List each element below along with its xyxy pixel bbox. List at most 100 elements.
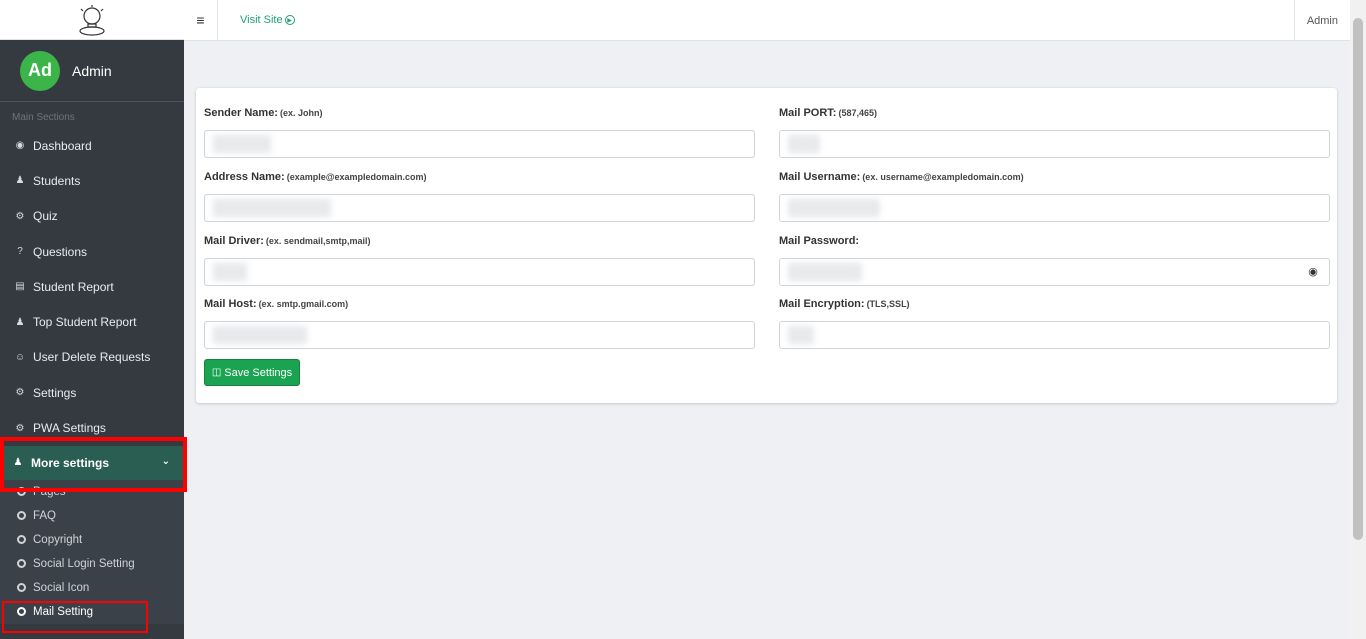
sidebar-item-top-student-report[interactable]: ♟ Top Student Report xyxy=(0,304,184,339)
redacted-value xyxy=(213,326,307,344)
scrollbar-thumb[interactable] xyxy=(1353,18,1363,540)
dashboard-icon: ◉ xyxy=(15,140,25,152)
hint-text: (example@exampledomain.com) xyxy=(286,172,427,182)
circle-icon xyxy=(17,535,26,545)
sidebar-subitem-faq[interactable]: FAQ xyxy=(0,504,184,528)
sidebar-item-label: Dashboard xyxy=(33,138,92,153)
mail-username-input[interactable] xyxy=(779,194,1330,222)
hint-text: (ex. smtp.gmail.com) xyxy=(258,299,349,309)
redacted-value xyxy=(788,135,820,153)
sidebar-item-label: Students xyxy=(33,173,81,188)
address-name-label: Address Name: (example@exampledomain.com) xyxy=(204,170,755,184)
user-panel[interactable]: Ad Admin xyxy=(0,40,184,102)
sidebar-subitem-label: Copyright xyxy=(33,533,83,546)
mail-driver-group: Mail Driver: (ex. sendmail,smtp,mail) xyxy=(204,234,755,286)
redacted-value xyxy=(213,263,247,281)
sidebar-subitem-pages[interactable]: Pages xyxy=(0,480,184,504)
hint-text: (ex. username@exampledomain.com) xyxy=(862,172,1024,182)
mail-encryption-group: Mail Encryption: (TLS,SSL) xyxy=(779,297,1330,349)
address-name-group: Address Name: (example@exampledomain.com) xyxy=(204,170,755,222)
circle-icon xyxy=(17,607,26,617)
sender-name-input[interactable] xyxy=(204,130,755,158)
sidebar-item-settings[interactable]: ⚙ Settings xyxy=(0,375,184,410)
address-name-input[interactable] xyxy=(204,194,755,222)
label-text: Sender Name: xyxy=(204,107,278,119)
sidebar-item-label: PWA Settings xyxy=(33,421,106,436)
sidebar-item-label: More settings xyxy=(31,455,110,470)
redacted-value xyxy=(788,199,880,217)
mail-driver-input[interactable] xyxy=(204,258,755,286)
sidebar-item-label: Settings xyxy=(33,385,77,400)
section-header: Main Sections xyxy=(12,112,75,123)
sidebar-item-quiz[interactable]: ⚙ Quiz xyxy=(0,199,184,234)
sidebar-item-label: Quiz xyxy=(33,209,58,224)
circle-icon xyxy=(17,583,26,593)
sidebar-item-pwa-settings[interactable]: ⚙ PWA Settings xyxy=(0,410,184,445)
visit-site-link[interactable]: Visit Site ▶ xyxy=(240,14,295,26)
save-settings-button[interactable]: ◫ Save Settings xyxy=(204,359,300,386)
sidebar-item-questions[interactable]: ? Questions xyxy=(0,234,184,269)
sidebar-item-students[interactable]: ♟ Students xyxy=(0,163,184,198)
mail-port-group: Mail PORT: (587,465) xyxy=(779,106,1330,158)
brand[interactable] xyxy=(0,0,184,40)
cogs-icon: ⚙ xyxy=(15,210,25,222)
sidebar-subitem-label: Social Login Setting xyxy=(33,557,135,570)
brand-logo-icon xyxy=(79,4,105,36)
question-icon: ? xyxy=(17,246,23,258)
sidebar-subitem-social-icon[interactable]: Social Icon xyxy=(0,576,184,600)
admin-menu[interactable]: Admin xyxy=(1293,0,1350,41)
save-settings-label: Save Settings xyxy=(224,366,293,379)
users-icon: ♟ xyxy=(15,175,25,187)
sidebar-item-label: Student Report xyxy=(33,279,114,294)
sender-name-group: Sender Name: (ex. John) xyxy=(204,106,755,158)
circle-icon xyxy=(17,487,26,497)
sidebar-nav: ◉ Dashboard ♟ Students ⚙ Quiz ? Question… xyxy=(0,128,184,480)
mail-encryption-label: Mail Encryption: (TLS,SSL) xyxy=(779,297,1330,311)
eye-icon[interactable]: ◉ xyxy=(1307,266,1319,278)
label-text: Mail Username: xyxy=(779,171,861,183)
sidebar-subitem-copyright[interactable]: Copyright xyxy=(0,528,184,552)
user-name[interactable]: Admin xyxy=(72,63,112,79)
label-text: Mail Driver: xyxy=(204,235,264,247)
mail-password-input[interactable]: ◉ xyxy=(779,258,1330,286)
sidebar-item-student-report[interactable]: ▤ Student Report xyxy=(0,269,184,304)
sidebar-item-user-delete-requests[interactable]: ☺ User Delete Requests xyxy=(0,340,184,375)
label-text: Mail Host: xyxy=(204,298,257,310)
redacted-value xyxy=(213,135,271,153)
sidebar-item-dashboard[interactable]: ◉ Dashboard xyxy=(0,128,184,163)
mail-username-label: Mail Username: (ex. username@exampledomai… xyxy=(779,170,1330,184)
sidebar-item-more-settings[interactable]: ♟ More settings ⌄ xyxy=(0,445,184,480)
sidebar-subitem-label: Social Icon xyxy=(33,581,90,594)
redacted-value xyxy=(788,263,862,281)
sidebar-item-label: User Delete Requests xyxy=(33,350,151,365)
cogs-icon: ⚙ xyxy=(15,422,25,434)
sidebar-subitem-label: Mail Setting xyxy=(33,605,94,618)
user-icon: ♟ xyxy=(13,457,23,469)
scrollbar[interactable] xyxy=(1350,0,1366,639)
user-icon: ♟ xyxy=(15,316,25,328)
sidebar: Ad Admin Main Sections ◉ Dashboard ♟ Stu… xyxy=(0,0,184,639)
chevron-down-icon: ⌄ xyxy=(161,455,170,467)
circle-icon xyxy=(17,559,26,569)
avatar[interactable]: Ad xyxy=(20,50,60,91)
mail-encryption-input[interactable] xyxy=(779,321,1330,349)
mail-host-input[interactable] xyxy=(204,321,755,349)
mail-host-group: Mail Host: (ex. smtp.gmail.com) xyxy=(204,297,755,349)
mail-host-label: Mail Host: (ex. smtp.gmail.com) xyxy=(204,297,755,311)
sidebar-subitem-label: FAQ xyxy=(33,509,57,522)
save-icon: ◫ xyxy=(211,367,222,378)
mail-password-group: Mail Password: ◉ xyxy=(779,234,1330,286)
top-navbar: ≡ Visit Site ▶ Admin xyxy=(184,0,1350,41)
menu-toggle-icon[interactable]: ≡ xyxy=(184,0,218,41)
sidebar-subitem-social-login-setting[interactable]: Social Login Setting xyxy=(0,552,184,576)
mail-settings-card: Sender Name: (ex. John) Address Name: (exa… xyxy=(196,88,1337,403)
report-icon: ▤ xyxy=(15,281,25,293)
sidebar-subitem-mail-setting[interactable]: Mail Setting xyxy=(0,600,184,624)
sidebar-item-label: Questions xyxy=(33,244,88,259)
label-text: Mail PORT: xyxy=(779,107,837,119)
mail-password-label: Mail Password: xyxy=(779,234,1330,248)
mail-username-group: Mail Username: (ex. username@exampledomai… xyxy=(779,170,1330,222)
mail-port-input[interactable] xyxy=(779,130,1330,158)
arrow-circle-icon: ▶ xyxy=(284,15,295,25)
label-text: Mail Encryption: xyxy=(779,298,865,310)
